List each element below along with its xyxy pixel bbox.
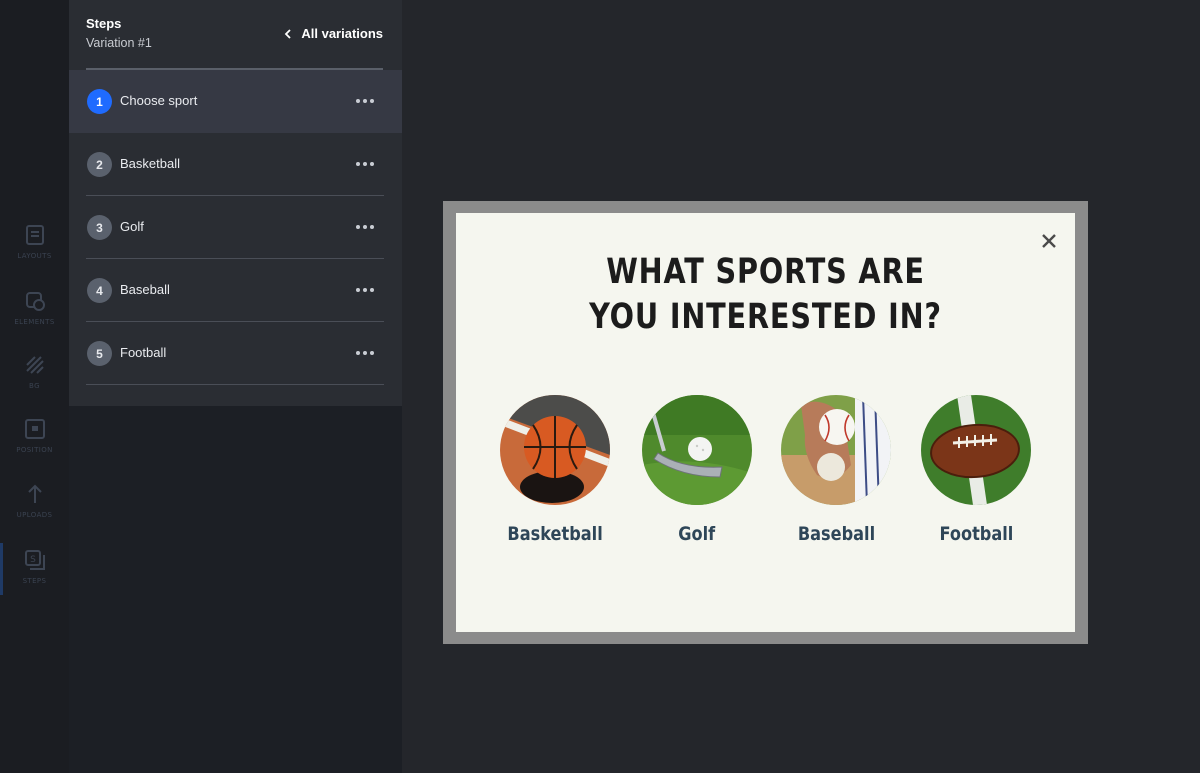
step-item-choose-sport[interactable]: 1 Choose sport: [69, 70, 402, 133]
position-icon: [24, 419, 45, 439]
rail-item-label: LAYOUTS: [17, 252, 52, 260]
step-number: 5: [87, 341, 112, 366]
rail-item-background[interactable]: BG: [0, 354, 69, 414]
step-label: Golf: [120, 219, 144, 234]
rail-item-uploads[interactable]: UPLOADS: [0, 483, 69, 543]
rail-item-label: ELEMENTS: [14, 318, 55, 326]
option-golf[interactable]: Golf: [627, 395, 767, 555]
editor-app: LAYOUTS ELEMENTS BG POSITION UPLOADS S S…: [0, 0, 1200, 773]
rail-item-label: STEPS: [22, 577, 47, 585]
headline-line-1: What sports are: [606, 252, 925, 292]
option-baseball[interactable]: Baseball: [766, 395, 906, 555]
rail-item-label: UPLOADS: [16, 511, 53, 519]
option-label: Football: [939, 523, 1013, 545]
step-number: 1: [87, 89, 112, 114]
elements-icon: [25, 292, 45, 311]
steps-panel: Steps Variation #1 All variations 1 Choo…: [69, 0, 402, 406]
steps-icon: S: [24, 550, 45, 570]
step-number: 2: [87, 152, 112, 177]
step-item-football[interactable]: 5 Football: [69, 322, 402, 385]
layouts-icon: [25, 225, 44, 245]
popup-headline: What sports are you interested in?: [512, 250, 1020, 340]
rail-item-label: POSITION: [16, 446, 53, 454]
more-options-icon[interactable]: [356, 283, 374, 297]
step-list: 1 Choose sport 2 Basketball 3 Golf 4 Bas…: [69, 70, 402, 385]
svg-text:S: S: [30, 555, 36, 565]
baseball-photo: [781, 395, 891, 505]
step-item-basketball[interactable]: 2 Basketball: [69, 133, 402, 196]
option-football[interactable]: Football: [906, 395, 1046, 555]
step-label: Baseball: [120, 282, 170, 297]
step-item-golf[interactable]: 3 Golf: [69, 196, 402, 259]
rail-item-position[interactable]: POSITION: [0, 418, 69, 478]
more-options-icon[interactable]: [356, 346, 374, 360]
basketball-photo: [500, 395, 610, 505]
sport-options: Basketball Golf Baseball Football: [456, 395, 1075, 555]
step-item-baseball[interactable]: 4 Baseball: [69, 259, 402, 322]
step-label: Choose sport: [120, 93, 198, 108]
step-label: Basketball: [120, 156, 180, 171]
more-options-icon[interactable]: [356, 157, 374, 171]
option-label: Golf: [678, 523, 716, 545]
all-variations-label: All variations: [301, 26, 383, 41]
chevron-left-icon: [285, 28, 291, 39]
step-label: Football: [120, 345, 167, 360]
close-icon[interactable]: [1041, 233, 1057, 249]
divider: [86, 384, 384, 385]
headline-line-2: you interested in?: [589, 297, 942, 337]
rail-item-label: BG: [29, 382, 40, 390]
background-icon: [25, 356, 44, 374]
more-options-icon[interactable]: [356, 220, 374, 234]
rail-item-layouts[interactable]: LAYOUTS: [0, 224, 69, 284]
step-number: 4: [87, 278, 112, 303]
golf-photo: [642, 395, 752, 505]
panel-header: Steps Variation #1 All variations: [86, 16, 383, 56]
popup-canvas[interactable]: What sports are you interested in? Baske…: [456, 213, 1075, 632]
left-toolbar: LAYOUTS ELEMENTS BG POSITION UPLOADS S S…: [0, 0, 69, 773]
all-variations-link[interactable]: All variations: [283, 26, 383, 41]
upload-icon: [27, 484, 42, 503]
rail-item-steps[interactable]: S STEPS: [0, 543, 69, 609]
panel-empty-area: [69, 406, 402, 773]
football-photo: [921, 395, 1031, 505]
rail-item-elements[interactable]: ELEMENTS: [0, 290, 69, 350]
option-label: Basketball: [507, 523, 603, 545]
option-basketball[interactable]: Basketball: [485, 395, 625, 555]
more-options-icon[interactable]: [356, 94, 374, 108]
step-number: 3: [87, 215, 112, 240]
option-label: Baseball: [797, 523, 875, 545]
